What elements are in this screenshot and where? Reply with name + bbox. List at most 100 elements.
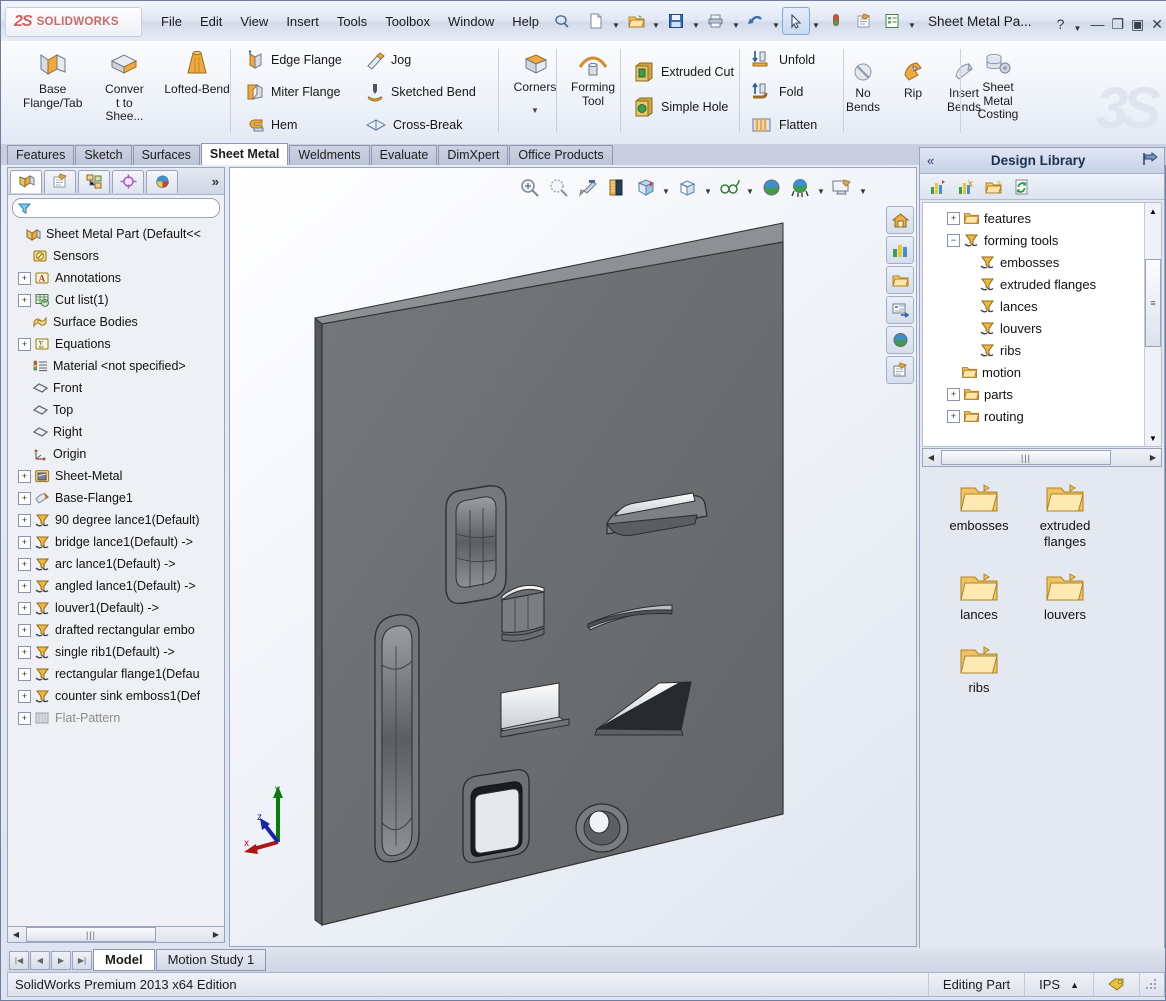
refresh-icon[interactable] <box>1008 175 1034 199</box>
feature-tree-item[interactable]: + bridge lance1(Default) -> <box>11 531 224 553</box>
menu-view[interactable]: View <box>231 11 277 32</box>
expand-icon[interactable]: + <box>18 535 31 549</box>
menu-window[interactable]: Window <box>439 11 503 32</box>
feature-tree-item[interactable]: Sheet Metal Part (Default<< <box>11 223 224 245</box>
last-icon[interactable]: ▶| <box>72 950 92 970</box>
expand-icon[interactable]: + <box>18 271 31 285</box>
tab-sheet-metal[interactable]: Sheet Metal <box>200 143 289 165</box>
tab-motion-study[interactable]: Motion Study 1 <box>155 949 267 971</box>
open-dropdown-icon[interactable]: ▼ <box>650 6 662 36</box>
feature-tree-item[interactable]: Right <box>11 421 224 443</box>
help-dropdown-icon[interactable]: ▼ <box>1071 9 1083 39</box>
menu-edit[interactable]: Edit <box>191 11 231 32</box>
expand-icon[interactable]: + <box>18 689 31 703</box>
feature-tree-item[interactable]: Surface Bodies <box>11 311 224 333</box>
design-library-tree-item[interactable]: + features <box>929 207 1161 229</box>
feature-tree-item[interactable]: Sensors <box>11 245 224 267</box>
dl-scroll-left-icon[interactable]: ◀ <box>923 450 939 465</box>
extruded-cut-button[interactable]: Extruded Cut <box>627 54 739 89</box>
feature-tree-item[interactable]: + Sheet-Metal <box>11 465 224 487</box>
select-dropdown-icon[interactable]: ▼ <box>810 6 822 36</box>
help-icon[interactable]: ? <box>1057 16 1065 32</box>
display-list-dropdown-icon[interactable]: ▼ <box>906 6 918 36</box>
flatten-button[interactable]: Flatten <box>745 109 822 141</box>
new-document-dropdown-icon[interactable]: ▼ <box>610 6 622 36</box>
pin-menu-icon[interactable] <box>548 7 576 35</box>
expand-icon[interactable]: + <box>18 293 31 307</box>
tab-surfaces[interactable]: Surfaces <box>132 145 200 165</box>
expand-icon[interactable]: + <box>18 601 31 615</box>
vscroll-thumb[interactable]: ≡ <box>1145 259 1161 347</box>
design-library-tree-item[interactable]: louvers <box>929 317 1161 339</box>
expand-icon[interactable]: + <box>947 211 960 225</box>
feature-tree-item[interactable]: + angled lance1(Default) -> <box>11 575 224 597</box>
scroll-up-icon[interactable]: ▲ <box>1145 203 1161 219</box>
feature-manager-more-icon[interactable]: » <box>212 174 219 189</box>
design-library-folder-item[interactable]: ribs <box>936 643 1022 696</box>
dl-hscroll-thumb[interactable]: ||| <box>941 450 1111 465</box>
expand-icon[interactable]: + <box>18 579 31 593</box>
collapse-panel-icon[interactable]: « <box>927 153 934 168</box>
feature-tree-tab[interactable] <box>10 169 42 193</box>
feature-tree-item[interactable]: Origin <box>11 443 224 465</box>
units-indicator[interactable]: IPS ▲ <box>1024 973 1093 996</box>
design-library-folder-item[interactable]: extruded flanges <box>1022 481 1108 550</box>
print-dropdown-icon[interactable]: ▼ <box>730 6 742 36</box>
expand-icon[interactable]: + <box>18 623 31 637</box>
tab-model[interactable]: Model <box>93 949 155 971</box>
expand-icon[interactable]: + <box>18 337 31 351</box>
expand-icon[interactable]: + <box>947 387 960 401</box>
pin-icon[interactable] <box>1142 151 1158 169</box>
feature-tree-item[interactable]: + rectangular flange1(Defau <box>11 663 224 685</box>
tab-dimxpert[interactable]: DimXpert <box>438 145 509 165</box>
design-library-hscrollbar[interactable]: ◀ ||| ▶ <box>922 448 1162 467</box>
design-library-tree[interactable]: + features − forming tools embosses extruded … <box>922 202 1162 447</box>
open-folder-icon[interactable] <box>622 7 650 35</box>
units-caret-icon[interactable]: ▲ <box>1070 980 1079 990</box>
expand-icon[interactable]: + <box>18 469 31 483</box>
menu-file[interactable]: File <box>152 11 191 32</box>
feature-tree-item[interactable]: +90 degree lance1(Default) <box>11 509 224 531</box>
feature-tree-hscrollbar[interactable]: ◀ ||| ▶ <box>7 926 225 943</box>
edge-flange-button[interactable]: Edge Flange <box>239 44 347 76</box>
no-bends-button[interactable]: No Bends <box>837 44 889 115</box>
home-view-icon[interactable] <box>886 206 914 234</box>
new-document-icon[interactable] <box>582 7 610 35</box>
expand-icon[interactable]: + <box>18 513 31 527</box>
expand-icon[interactable]: + <box>18 711 31 725</box>
scroll-down-icon[interactable]: ▼ <box>1145 430 1161 446</box>
design-library-tree-item[interactable]: motion <box>929 361 1161 383</box>
design-library-tree-item[interactable]: ribs <box>929 339 1161 361</box>
hscroll-thumb[interactable]: ||| <box>26 927 156 942</box>
menu-toolbox[interactable]: Toolbox <box>376 11 439 32</box>
tab-evaluate[interactable]: Evaluate <box>370 145 438 165</box>
collapse-icon[interactable]: − <box>947 233 960 247</box>
sketched-bend-button[interactable]: Sketched Bend <box>359 76 481 108</box>
add-file-location-icon[interactable] <box>952 175 978 199</box>
next-icon[interactable]: ▶ <box>51 950 71 970</box>
forming-tool-button[interactable]: Forming Tool <box>561 44 625 109</box>
custom-properties-icon[interactable] <box>886 356 914 384</box>
expand-icon[interactable]: + <box>18 667 31 681</box>
appearances-icon[interactable] <box>886 326 914 354</box>
tab-weldments[interactable]: Weldments <box>289 145 370 165</box>
feature-tree-item[interactable]: + A Annotations <box>11 267 224 289</box>
feature-tree-item[interactable]: + single rib1(Default) -> <box>11 641 224 663</box>
resize-grip-icon[interactable] <box>1139 973 1164 996</box>
feature-tree-item[interactable]: + arc lance1(Default) -> <box>11 553 224 575</box>
feature-tree-item[interactable]: Top <box>11 399 224 421</box>
view-palette-icon[interactable] <box>886 236 914 264</box>
feature-tree-item[interactable]: + Flat-Pattern <box>11 707 224 729</box>
configuration-manager-tab[interactable] <box>78 169 110 193</box>
base-flange-tab-button[interactable]: Base Flange/Tab <box>19 44 86 111</box>
cross-break-button[interactable]: Cross-Break <box>359 109 467 141</box>
hem-button[interactable]: Hem <box>239 109 302 141</box>
select-arrow-icon[interactable] <box>782 7 810 35</box>
first-icon[interactable]: |◀ <box>9 950 29 970</box>
feature-tree-item[interactable]: + Cut list(1) <box>11 289 224 311</box>
design-library-tree-item[interactable]: + parts <box>929 383 1161 405</box>
expand-icon[interactable]: + <box>18 491 31 505</box>
scroll-right-icon[interactable]: ▶ <box>208 927 224 942</box>
design-library-grid[interactable]: embosses extruded flanges lances louvers rib… <box>920 473 1164 716</box>
undo-dropdown-icon[interactable]: ▼ <box>770 6 782 36</box>
